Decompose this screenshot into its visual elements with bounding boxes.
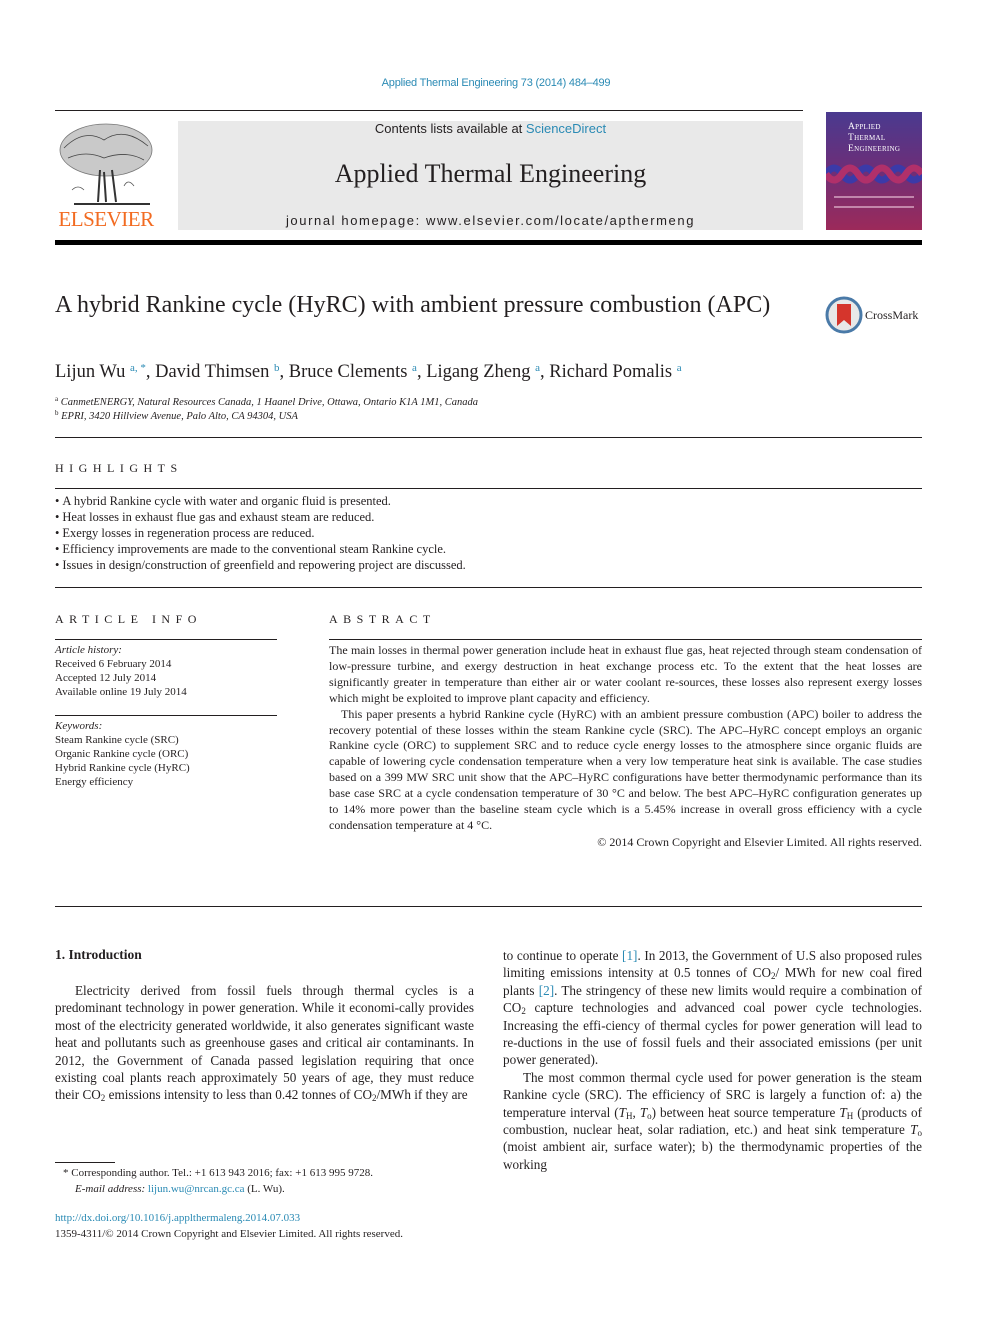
journal-title: Applied Thermal Engineering (334, 159, 647, 188)
author-affiliation-marker[interactable]: a (535, 362, 540, 374)
author-name[interactable]: Richard Pomalis (549, 362, 672, 382)
section-heading-introduction: 1. Introduction (55, 947, 142, 962)
author-name[interactable]: Bruce Clements (289, 362, 408, 382)
crossmark-icon (825, 296, 863, 334)
doi-link[interactable]: http://dx.doi.org/10.1016/j.applthermale… (55, 1210, 300, 1226)
crossmark-button[interactable]: CrossMark (825, 296, 925, 336)
header-rule (55, 110, 803, 111)
history-online: Available online 19 July 2014 (55, 686, 187, 698)
article-history-label: Article history: (55, 644, 122, 656)
author-name[interactable]: Ligang Zheng (426, 362, 530, 382)
cover-title: Applied Thermal Engineering (848, 122, 901, 154)
highlights-heading: HIGHLIGHTS (55, 461, 183, 475)
author-name[interactable]: Lijun Wu (55, 362, 125, 382)
abstract-copyright: © 2014 Crown Copyright and Elsevier Limi… (597, 834, 922, 849)
article-info-heading: ARTICLE INFO (55, 612, 202, 626)
keyword: Energy efficiency (55, 776, 134, 788)
article-history: Article history: Received 6 February 201… (55, 643, 187, 699)
elsevier-tree-icon (59, 123, 153, 205)
keyword: Organic Rankine cycle (ORC) (55, 748, 189, 760)
reference-link[interactable]: [1] (622, 948, 637, 963)
author-name[interactable]: David Thimsen (155, 362, 269, 382)
footnote-rule (55, 1162, 115, 1163)
divider (55, 715, 277, 716)
elsevier-wordmark: ELSEVIER (58, 207, 154, 231)
email-link[interactable]: lijun.wu@nrcan.gc.ca (148, 1183, 245, 1195)
sciencedirect-link[interactable]: ScienceDirect (526, 121, 606, 136)
body-paragraph: The most common thermal cycle used for p… (503, 1069, 923, 1172)
body-column-right: to continue to operate [1]. In 2013, the… (503, 947, 922, 1173)
abstract-body: The main losses in thermal power generat… (329, 643, 922, 851)
crossmark-label: CrossMark (865, 308, 919, 322)
contents-prefix: Contents lists available at (374, 121, 526, 136)
author-affiliation-marker[interactable]: a, * (130, 362, 146, 374)
journal-citation-link[interactable]: Applied Thermal Engineering 73 (2014) 48… (0, 77, 992, 89)
journal-masthead: Contents lists available at ScienceDirec… (178, 121, 803, 230)
body-paragraph: Electricity derived from fossil fuels th… (55, 983, 474, 1104)
highlight-item: Issues in design/construction of greenfi… (55, 557, 465, 573)
issn-copyright: 1359-4311/© 2014 Crown Copyright and Els… (55, 1228, 403, 1240)
highlight-item: Efficiency improvements are made to the … (55, 541, 466, 557)
corresponding-author-note: * Corresponding author. Tel.: +1 613 943… (63, 1167, 373, 1179)
highlight-item: A hybrid Rankine cycle with water and or… (55, 493, 466, 509)
history-accepted: Accepted 12 July 2014 (55, 672, 157, 684)
keyword: Hybrid Rankine cycle (HyRC) (55, 762, 190, 774)
divider (55, 488, 922, 489)
affiliation-a: a CanmetENERGY, Natural Resources Canada… (55, 395, 479, 408)
highlight-item: Heat losses in exhaust flue gas and exha… (55, 509, 466, 525)
body-column-left: Electricity derived from fossil fuels th… (55, 982, 474, 1104)
keywords: Keywords: Steam Rankine cycle (SRC) Orga… (55, 719, 190, 789)
header-thick-rule (55, 240, 922, 245)
reference-link[interactable]: [2] (539, 983, 554, 998)
highlight-item: Exergy losses in regeneration process ar… (55, 525, 466, 541)
author-affiliation-marker[interactable]: a (412, 362, 417, 374)
highlights-list: A hybrid Rankine cycle with water and or… (55, 493, 466, 573)
article-title: A hybrid Rankine cycle (HyRC) with ambie… (55, 292, 771, 318)
abstract-paragraph: This paper presents a hybrid Rankine cyc… (329, 706, 922, 832)
author-list: Lijun Wu a, *, David Thimsen b, Bruce Cl… (55, 362, 682, 382)
divider (55, 437, 922, 438)
abstract-paragraph: The main losses in thermal power generat… (329, 643, 922, 705)
keyword: Steam Rankine cycle (SRC) (55, 734, 179, 746)
cover-chain-graphic (826, 164, 922, 184)
author-affiliation-marker[interactable]: b (274, 362, 280, 374)
divider (55, 639, 277, 640)
divider (329, 639, 922, 640)
journal-homepage[interactable]: journal homepage: www.elsevier.com/locat… (178, 213, 803, 228)
journal-cover-thumbnail[interactable]: Applied Thermal Engineering (826, 112, 922, 230)
elsevier-logo[interactable]: ELSEVIER (54, 120, 158, 232)
body-paragraph: to continue to operate [1]. In 2013, the… (503, 948, 922, 1068)
contents-line: Contents lists available at ScienceDirec… (178, 121, 803, 136)
divider (55, 587, 922, 588)
history-received: Received 6 February 2014 (55, 658, 172, 670)
keywords-label: Keywords: (55, 720, 103, 732)
abstract-heading: ABSTRACT (329, 612, 436, 626)
author-affiliation-marker[interactable]: a (677, 362, 682, 374)
affiliation-b: b EPRI, 3420 Hillview Avenue, Palo Alto,… (55, 409, 298, 422)
email-note: E-mail address: lijun.wu@nrcan.gc.ca (L.… (75, 1183, 285, 1195)
divider (55, 906, 922, 907)
